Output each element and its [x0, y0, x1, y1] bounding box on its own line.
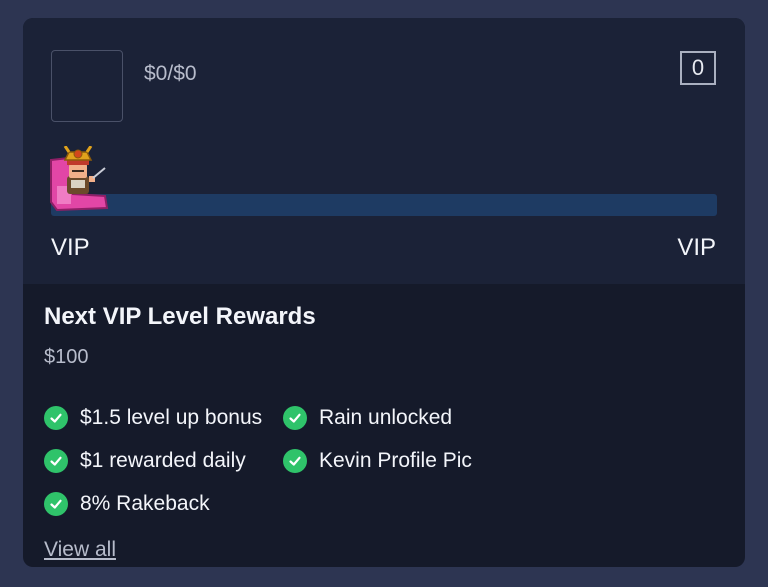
rewards-amount: $100 — [44, 346, 89, 368]
reward-item: $1 rewarded daily — [44, 448, 246, 474]
check-circle-icon — [44, 492, 68, 516]
reward-item: Kevin Profile Pic — [283, 448, 472, 474]
vip-progress-card: $0/$0 0 VIP VIP Next VIP Level Rewards $… — [23, 18, 745, 567]
reward-item: 8% Rakeback — [44, 491, 210, 517]
reward-label: Rain unlocked — [319, 406, 453, 429]
avatar-placeholder — [51, 50, 123, 122]
view-all-link[interactable]: View all — [44, 538, 116, 562]
vip-progress-section: $0/$0 0 VIP VIP — [23, 18, 745, 284]
wager-progress-text: $0/$0 — [144, 62, 197, 85]
samurai-mascot-icon — [47, 145, 111, 214]
check-circle-icon — [44, 406, 68, 430]
reward-label: Kevin Profile Pic — [319, 449, 472, 472]
vip-progress-bar — [51, 194, 717, 216]
current-vip-tier-label: VIP — [51, 234, 90, 261]
reward-label: $1.5 level up bonus — [80, 406, 263, 429]
reward-label: 8% Rakeback — [80, 492, 210, 515]
next-level-rewards-section: Next VIP Level Rewards $100 $1.5 level u… — [23, 284, 745, 567]
check-circle-icon — [44, 449, 68, 473]
reward-item: Rain unlocked — [283, 405, 452, 431]
next-vip-tier-label: VIP — [677, 234, 716, 261]
level-badge: 0 — [680, 51, 716, 85]
reward-item: $1.5 level up bonus — [44, 405, 262, 431]
rewards-title: Next VIP Level Rewards — [44, 303, 316, 330]
check-circle-icon — [283, 406, 307, 430]
check-circle-icon — [283, 449, 307, 473]
reward-label: $1 rewarded daily — [80, 449, 246, 472]
